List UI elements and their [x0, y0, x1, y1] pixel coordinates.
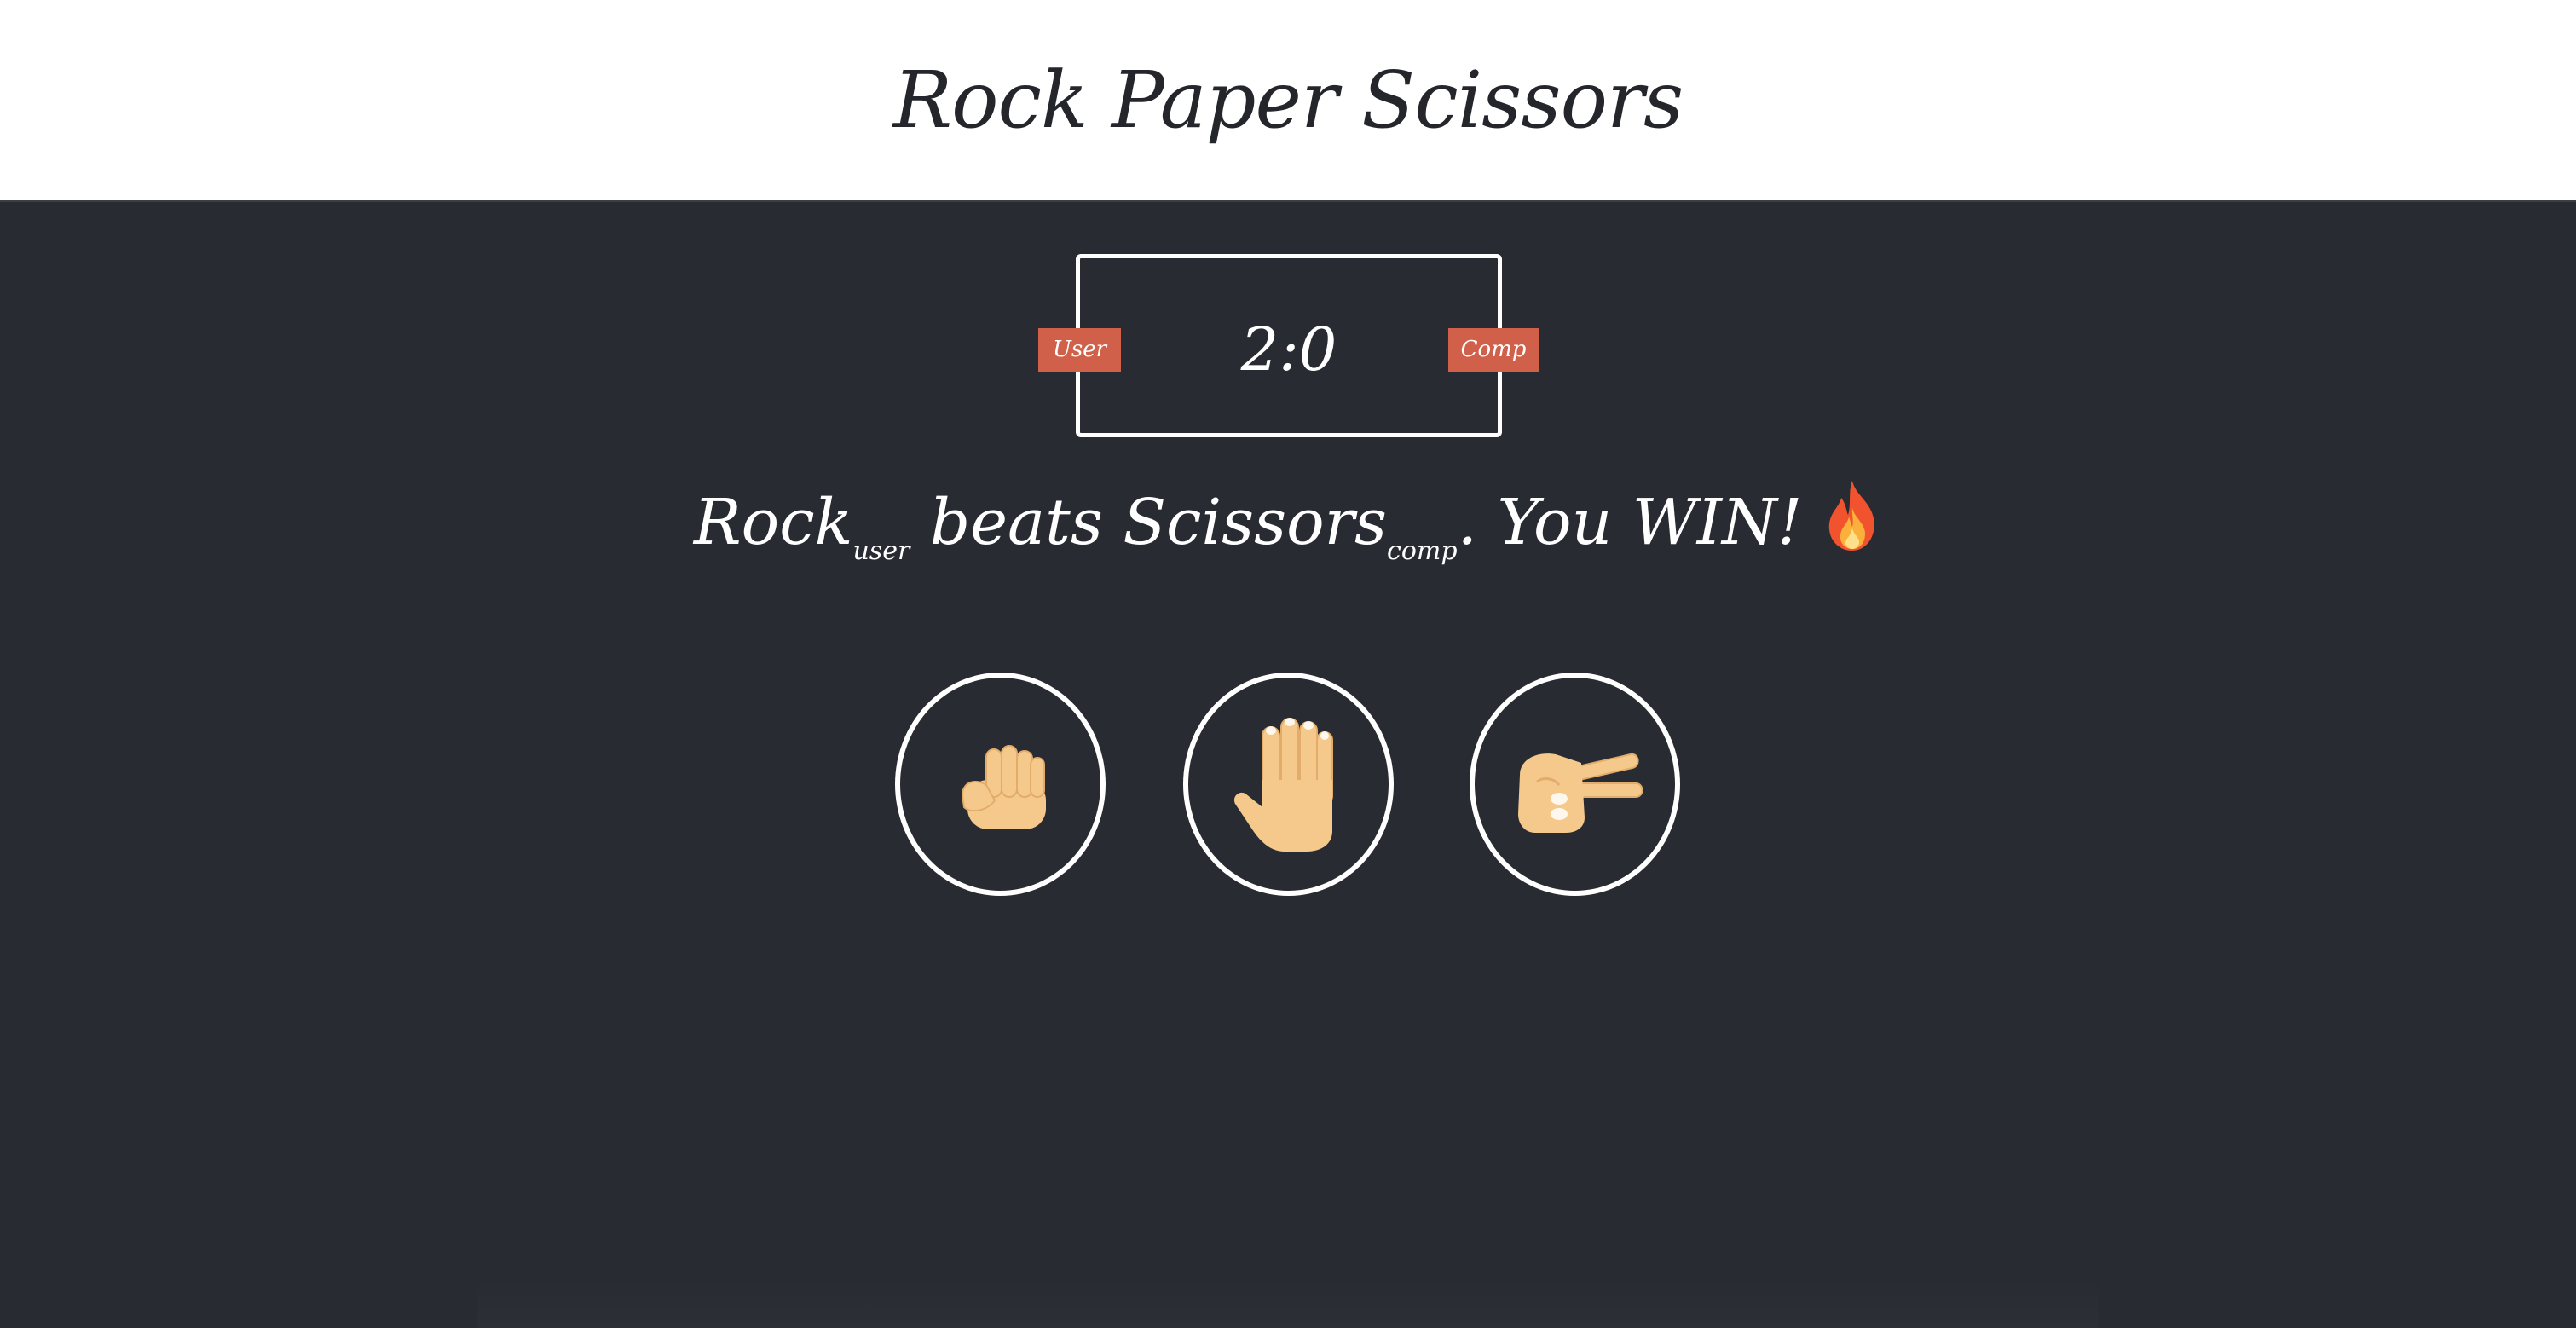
comp-badge: Comp — [1448, 328, 1539, 372]
page-header: Rock Paper Scissors — [0, 0, 2576, 202]
result-comp-tag: comp — [1387, 536, 1458, 566]
victory-hand-icon — [1517, 753, 1643, 833]
result-comp-choice: Scissors — [1123, 486, 1388, 559]
raised-hand-icon — [1233, 718, 1333, 852]
result-outcome: . You WIN! — [1457, 486, 1803, 559]
page-title: Rock Paper Scissors — [892, 55, 1684, 146]
user-badge: User — [1038, 328, 1121, 372]
rock-button[interactable] — [895, 673, 1106, 896]
result-message: Rockuser beats Scissorscomp. You WIN! — [0, 476, 2576, 569]
score-display: 2:0 — [1240, 315, 1337, 384]
result-user-choice: Rock — [693, 486, 853, 559]
raised-fist-icon — [961, 745, 1046, 829]
result-user-tag: user — [852, 536, 910, 566]
fire-emoji-icon — [1822, 481, 1882, 559]
result-verb: beats — [929, 486, 1103, 559]
paper-button[interactable] — [1183, 673, 1394, 896]
scissors-button[interactable] — [1470, 673, 1680, 896]
scoreboard: 2:0 — [1076, 254, 1502, 437]
